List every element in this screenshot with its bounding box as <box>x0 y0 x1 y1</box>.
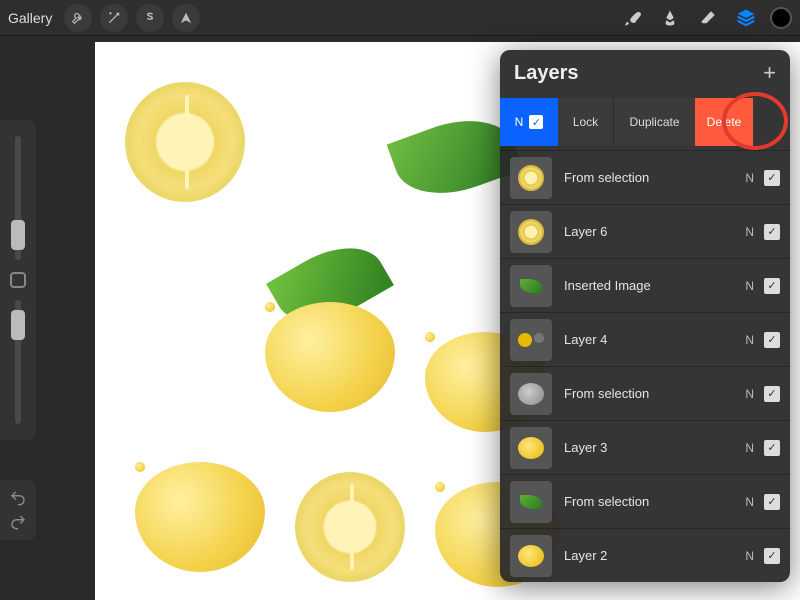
redo-icon[interactable] <box>6 510 30 534</box>
delete-button[interactable]: Delete <box>695 98 753 146</box>
layer-blend-letter[interactable]: N <box>745 333 754 347</box>
layer-visibility-checkbox[interactable]: ✓ <box>764 170 780 186</box>
layer-visibility-checkbox[interactable]: ✓ <box>764 332 780 348</box>
visibility-checkbox[interactable]: ✓ <box>529 115 543 129</box>
layer-row[interactable]: Layer 3N ✓ <box>500 420 790 474</box>
brush-size-slider[interactable] <box>15 136 21 260</box>
layer-name-label: Layer 4 <box>564 332 745 347</box>
layer-thumbnail <box>510 535 552 577</box>
layer-list: From selectionN✓Layer 6N✓Inserted ImageN… <box>500 150 790 582</box>
layers-icon[interactable] <box>732 4 760 32</box>
layer-row[interactable]: Layer 2N ✓ <box>500 528 790 582</box>
artwork-lemon-half <box>295 472 405 582</box>
gallery-button[interactable]: Gallery <box>8 10 52 26</box>
modifier-button[interactable] <box>10 272 26 288</box>
layer-blend-letter[interactable]: N <box>745 387 754 401</box>
layer-row[interactable]: Layer 4N ✓ <box>500 312 790 366</box>
layer-name-label: From selection <box>564 494 745 509</box>
layer-name-label: Inserted Image <box>564 278 745 293</box>
adjustments-wand-icon[interactable] <box>100 4 128 32</box>
layer-visibility-checkbox[interactable]: ✓ <box>764 224 780 240</box>
layer-thumbnail <box>510 265 552 307</box>
layer-action-row: N ✓ Lock Duplicate Delete <box>500 98 790 146</box>
layer-visibility-checkbox[interactable]: ✓ <box>764 278 780 294</box>
layer-visibility-checkbox[interactable]: ✓ <box>764 548 780 564</box>
layer-blend-letter[interactable]: N <box>745 225 754 239</box>
layer-name-label: Layer 3 <box>564 440 745 455</box>
layers-panel-title: Layers <box>514 62 579 85</box>
artwork-lemon <box>135 462 265 572</box>
layer-blend-letter[interactable]: N <box>745 171 754 185</box>
layer-thumbnail <box>510 481 552 523</box>
layer-thumbnail <box>510 319 552 361</box>
layer-thumbnail <box>510 427 552 469</box>
top-toolbar: Gallery <box>0 0 800 36</box>
layer-blend-letter[interactable]: N <box>745 441 754 455</box>
eraser-icon[interactable] <box>694 4 722 32</box>
actions-wrench-icon[interactable] <box>64 4 92 32</box>
layer-row[interactable]: From selectionN ✓ <box>500 474 790 528</box>
undo-icon[interactable] <box>6 486 30 510</box>
layer-row[interactable]: From selectionN ✓ <box>500 150 790 204</box>
transform-arrow-icon[interactable] <box>172 4 200 32</box>
blend-mode-letter: N <box>515 115 524 129</box>
layer-blend-letter[interactable]: N <box>745 549 754 563</box>
artwork-lemon <box>265 302 395 412</box>
brush-sliders-panel <box>0 120 36 440</box>
smudge-icon[interactable] <box>656 4 684 32</box>
layer-name-label: From selection <box>564 386 745 401</box>
duplicate-button[interactable]: Duplicate <box>613 98 695 146</box>
layer-blend-letter[interactable]: N <box>745 279 754 293</box>
layer-name-label: Layer 6 <box>564 224 745 239</box>
layer-row[interactable]: Inserted ImageN ✓ <box>500 258 790 312</box>
layer-name-label: From selection <box>564 170 745 185</box>
layer-visibility-checkbox[interactable]: ✓ <box>764 494 780 510</box>
layer-name-label: Layer 2 <box>564 548 745 563</box>
color-picker-swatch[interactable] <box>770 7 792 29</box>
layers-panel: Layers + N ✓ Lock Duplicate Delete From … <box>500 50 790 582</box>
selection-s-icon[interactable] <box>136 4 164 32</box>
blend-mode-button[interactable]: N ✓ <box>500 98 558 146</box>
layer-thumbnail <box>510 211 552 253</box>
brush-opacity-slider[interactable] <box>15 300 21 424</box>
brush-icon[interactable] <box>618 4 646 32</box>
layer-blend-letter[interactable]: N <box>745 495 754 509</box>
add-layer-icon[interactable]: + <box>763 60 776 86</box>
undo-redo-panel <box>0 480 36 540</box>
artwork-lemon-half <box>125 82 245 202</box>
lock-button[interactable]: Lock <box>558 98 613 146</box>
layer-row[interactable]: From selectionN ✓ <box>500 366 790 420</box>
layer-visibility-checkbox[interactable]: ✓ <box>764 386 780 402</box>
layer-visibility-checkbox[interactable]: ✓ <box>764 440 780 456</box>
layer-thumbnail <box>510 373 552 415</box>
layer-thumbnail <box>510 157 552 199</box>
layer-row[interactable]: Layer 6N ✓ <box>500 204 790 258</box>
